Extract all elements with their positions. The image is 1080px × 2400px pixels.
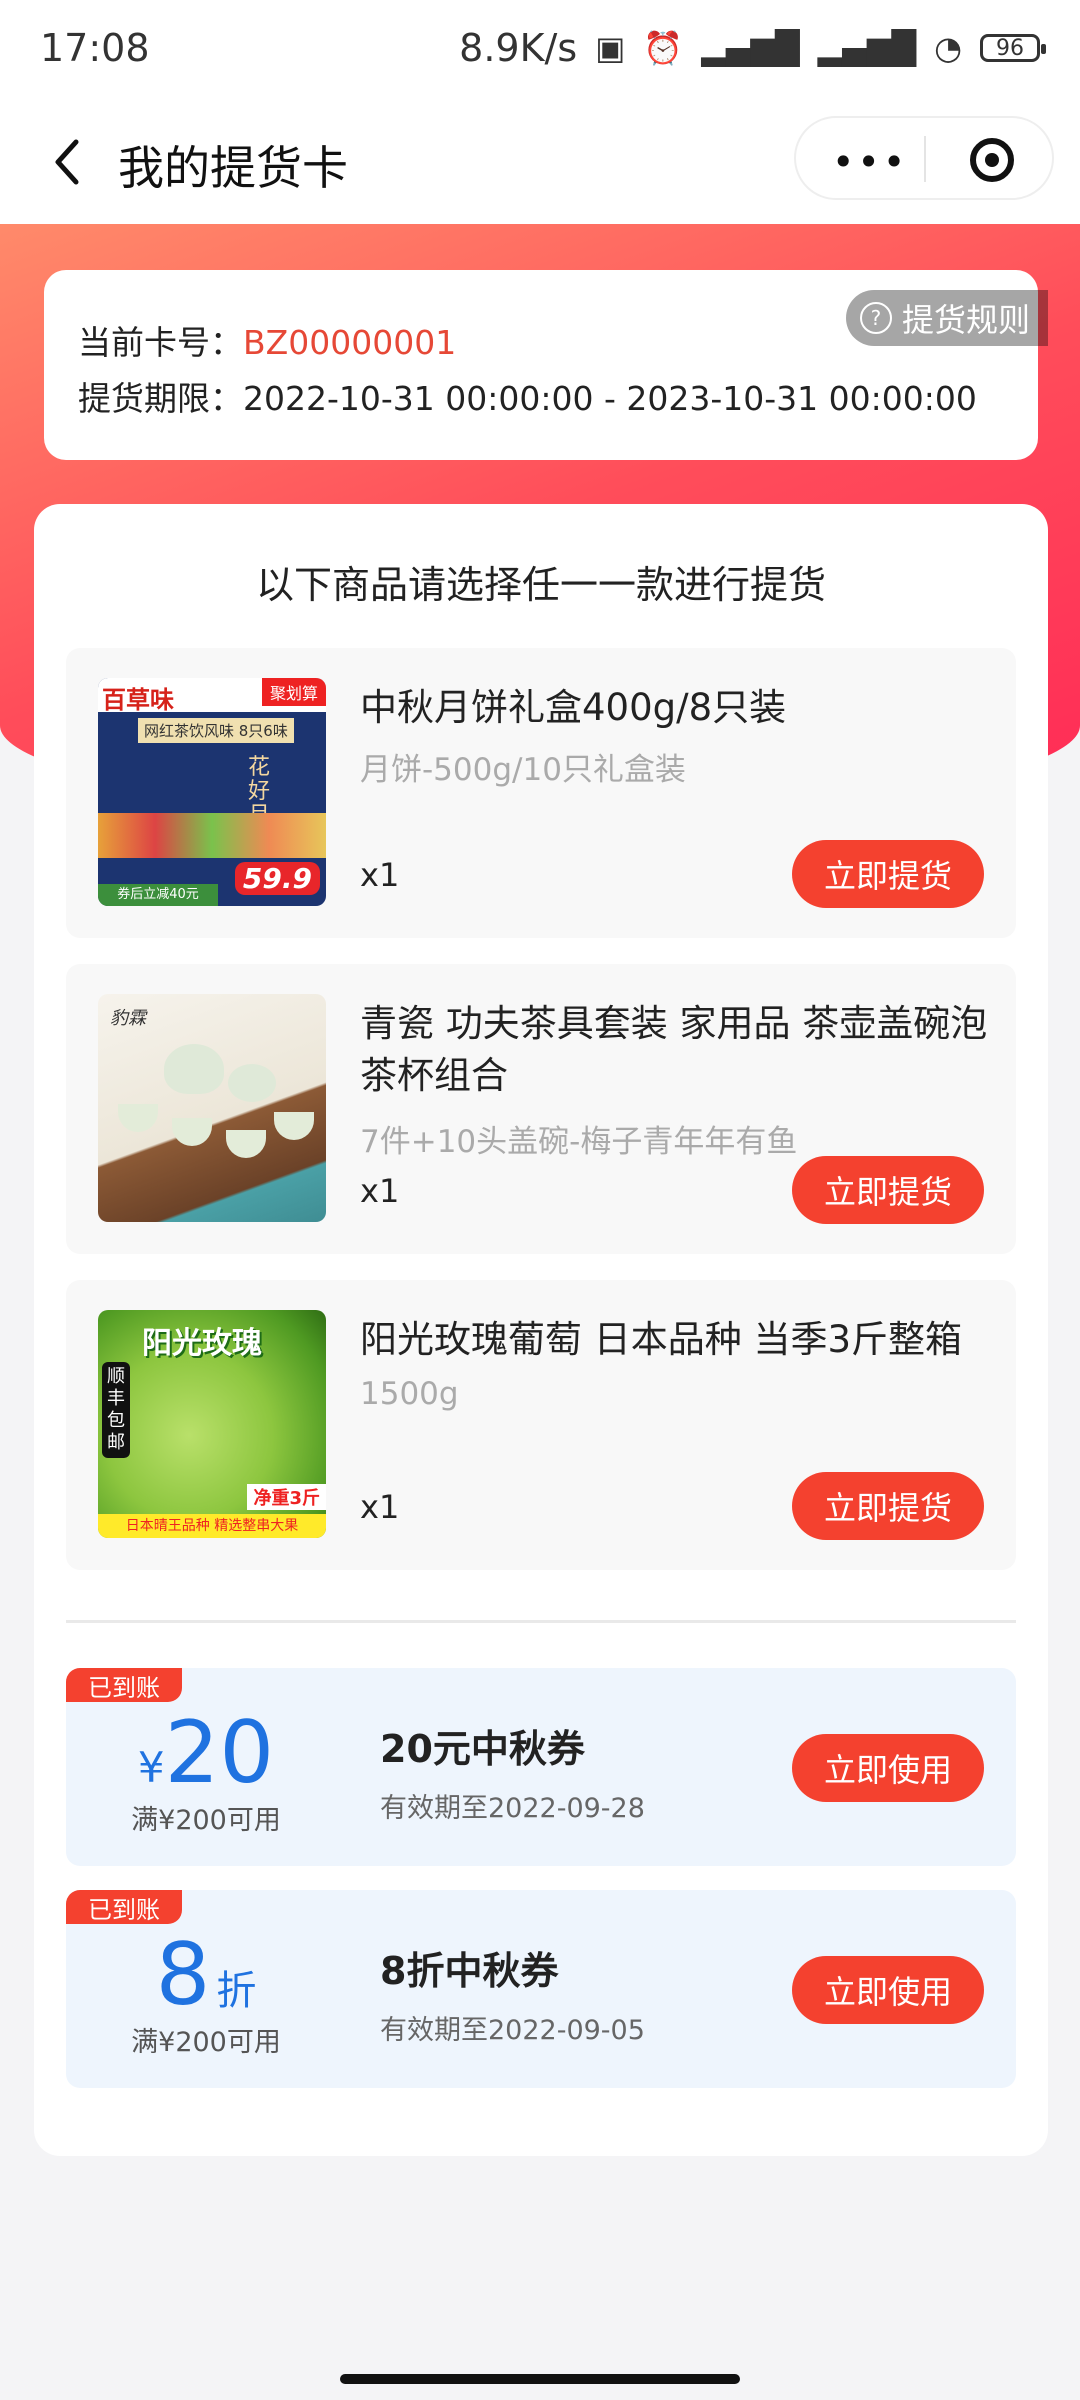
rules-label: 提货规则	[901, 301, 1030, 339]
product-image-mooncake: 百草味 聚划算 网红茶饮风味 8只6味 花好月圆 59.9 券后立减40元	[98, 678, 326, 906]
coupon-card-8-discount: 已到账 8折 满¥200可用 8折中秋券 有效期至2022-09-05 立即使用	[66, 1890, 1016, 2088]
card-number-value: BZ00000001	[243, 323, 457, 362]
product-image-tea-set: 豹霖	[98, 994, 326, 1222]
coupon-unit: 折	[216, 1968, 257, 2014]
product-image-grapes: 阳光玫瑰 顺丰包邮 净重3斤 日本晴王品种 精选整串大果	[98, 1310, 326, 1538]
use-coupon-button[interactable]: 立即使用	[792, 1734, 984, 1802]
back-button[interactable]	[36, 132, 96, 192]
alarm-icon: ⏰	[643, 29, 684, 67]
product-card-mooncake: 百草味 聚划算 网红茶饮风味 8只6味 花好月圆 59.9 券后立减40元 中秋…	[66, 648, 1016, 938]
signal-icon-1: ▂▄▆█	[701, 29, 800, 67]
thumb-coupon: 券后立减40元	[98, 884, 218, 906]
pickup-period-value: 2022-10-31 00:00:00 - 2023-10-31 00:00:0…	[243, 379, 977, 418]
coupon-condition: 满¥200可用	[131, 1805, 281, 1836]
thumb-sf: 顺丰包邮	[102, 1362, 130, 1458]
battery-level: 96	[996, 35, 1024, 61]
chevron-left-icon	[55, 139, 79, 185]
redeem-button[interactable]: 立即提货	[792, 1156, 984, 1224]
product-spec: 1500g	[360, 1376, 459, 1412]
status-badge: 已到账	[66, 1668, 182, 1702]
card-number-label: 当前卡号：	[78, 323, 243, 362]
thumb-brand: 百草味	[102, 686, 174, 714]
close-miniprogram-icon[interactable]	[970, 138, 1014, 182]
product-card-grapes: 阳光玫瑰 顺丰包邮 净重3斤 日本晴王品种 精选整串大果 阳光玫瑰葡萄 日本品种…	[66, 1280, 1016, 1570]
thumb-tag: 聚划算	[261, 678, 326, 706]
product-quantity: x1	[360, 1488, 400, 1526]
use-coupon-button[interactable]: 立即使用	[792, 1956, 984, 2024]
home-indicator[interactable]	[340, 2374, 740, 2384]
coupon-amount: 8折	[66, 1932, 346, 2018]
product-name: 阳光玫瑰葡萄 日本品种 当季3斤整箱	[360, 1318, 963, 1361]
pickup-period-label: 提货期限：	[78, 379, 243, 418]
thumb-brand: 豹霖	[110, 1008, 146, 1029]
wifi-icon: ◔	[934, 29, 962, 67]
coupon-value: 8	[155, 1925, 211, 2025]
signal-icon-2: ▂▄▆█	[817, 29, 917, 67]
status-time: 17:08	[40, 26, 150, 70]
coupon-condition: 满¥200可用	[131, 2027, 281, 2058]
redeem-button[interactable]: 立即提货	[792, 1472, 984, 1540]
panel-title: 以下商品请选择任一一款进行提货	[255, 563, 826, 607]
thumb-bottom: 日本晴王品种 精选整串大果	[98, 1514, 326, 1538]
product-quantity: x1	[360, 856, 400, 894]
product-quantity: x1	[360, 1172, 400, 1210]
card-info-panel: ? 提货规则 当前卡号：BZ00000001 提货期限：2022-10-31 0…	[44, 270, 1048, 460]
card-number-row: 当前卡号：BZ00000001	[78, 316, 456, 364]
battery-icon: 96	[980, 34, 1046, 62]
coupon-name: 8折中秋券	[380, 1949, 559, 1993]
capsule-divider	[924, 136, 926, 182]
page-title: 我的提货卡	[118, 141, 348, 195]
navbar: 我的提货卡 •••	[0, 96, 1080, 224]
coupon-card-20-yuan: 已到账 ¥20 满¥200可用 20元中秋券 有效期至2022-09-28 立即…	[66, 1668, 1016, 1866]
more-icon[interactable]: •••	[832, 140, 908, 184]
product-card-tea-set: 豹霖 青瓷 功夫茶具套装 家用品 茶壶盖碗泡茶杯组合 7件+10头盖碗-梅子青年…	[66, 964, 1016, 1254]
coupon-validity: 有效期至2022-09-28	[380, 1793, 645, 1824]
coupon-amount: ¥20	[66, 1710, 346, 1796]
thumb-title: 阳光玫瑰	[142, 1326, 262, 1361]
question-icon: ?	[859, 302, 892, 334]
miniprogram-capsule: •••	[794, 116, 1054, 200]
thumb-weight: 净重3斤	[247, 1484, 326, 1510]
product-name: 青瓷 功夫茶具套装 家用品 茶壶盖碗泡茶杯组合	[360, 1002, 988, 1097]
coupon-currency: ¥	[137, 1743, 165, 1792]
rules-button[interactable]: ? 提货规则	[845, 290, 1048, 346]
product-spec: 月饼-500g/10只礼盒装	[360, 752, 686, 788]
product-spec: 7件+10头盖碗-梅子青年年有鱼	[360, 1124, 798, 1160]
section-divider	[66, 1620, 1016, 1623]
status-badge: 已到账	[66, 1890, 182, 1924]
product-name: 中秋月饼礼盒400g/8只装	[360, 686, 787, 729]
main-panel: 以下商品请选择任一一款进行提货 百草味 聚划算 网红茶饮风味 8只6味 花好月圆…	[34, 504, 1048, 2156]
network-speed: 8.9K/s	[459, 26, 578, 70]
nfc-icon: ▣	[595, 29, 626, 67]
status-bar: 17:08 8.9K/s ▣ ⏰ ▂▄▆█ ▂▄▆█ ◔ 96	[0, 0, 1080, 96]
thumb-price: 59.9	[234, 862, 320, 895]
status-icons: 8.9K/s ▣ ⏰ ▂▄▆█ ▂▄▆█ ◔ 96	[459, 26, 1046, 70]
thumb-sub: 网红茶饮风味 8只6味	[138, 718, 294, 743]
coupon-validity: 有效期至2022-09-05	[380, 2015, 645, 2046]
coupon-value: 20	[164, 1703, 275, 1803]
redeem-button[interactable]: 立即提货	[792, 840, 984, 908]
pickup-period-row: 提货期限：2022-10-31 00:00:00 - 2023-10-31 00…	[78, 372, 977, 420]
coupon-name: 20元中秋券	[380, 1727, 585, 1771]
